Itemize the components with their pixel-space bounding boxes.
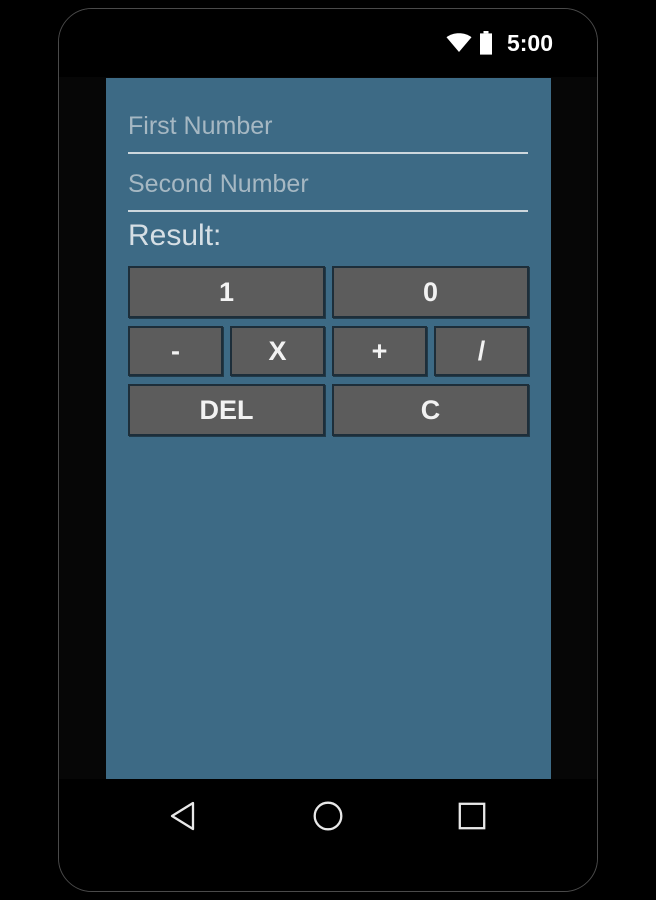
button-subtract[interactable]: - <box>128 326 223 376</box>
status-bar: 5:00 <box>59 9 597 77</box>
status-icon-group: 5:00 <box>446 31 553 55</box>
back-triangle-icon <box>170 801 195 831</box>
navigation-bar <box>59 779 597 891</box>
button-clear[interactable]: C <box>332 384 529 436</box>
button-delete[interactable]: DEL <box>128 384 325 436</box>
recents-square-icon <box>458 802 486 830</box>
wifi-icon <box>446 33 472 52</box>
button-add[interactable]: + <box>332 326 427 376</box>
button-divide[interactable]: / <box>434 326 529 376</box>
first-number-input[interactable] <box>128 106 528 154</box>
keypad: 1 0 - X + / DEL C <box>128 266 529 444</box>
device-frame: 5:00 Result: 1 0 - X + / DEL C <box>58 8 598 892</box>
nav-home-button[interactable] <box>305 793 351 839</box>
keypad-row-edit: DEL C <box>128 384 529 436</box>
button-multiply[interactable]: X <box>230 326 325 376</box>
button-digit-1[interactable]: 1 <box>128 266 325 318</box>
status-clock: 5:00 <box>506 29 553 56</box>
keypad-row-digits: 1 0 <box>128 266 529 318</box>
nav-recents-button[interactable] <box>449 793 495 839</box>
battery-icon <box>479 31 492 55</box>
button-digit-0[interactable]: 0 <box>332 266 529 318</box>
calculator-app-screen: Result: 1 0 - X + / DEL C <box>106 78 551 781</box>
result-label: Result: <box>128 219 222 252</box>
second-number-input[interactable] <box>128 164 528 212</box>
nav-back-button[interactable] <box>161 793 207 839</box>
home-circle-icon <box>313 801 343 831</box>
keypad-row-operators: - X + / <box>128 326 529 376</box>
